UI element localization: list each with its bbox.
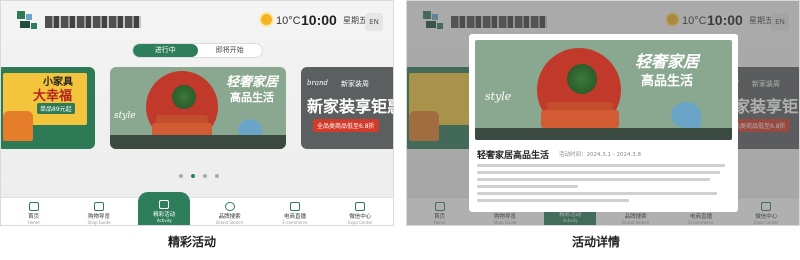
nav-sublabel: Activity: [156, 218, 172, 223]
nav-home[interactable]: 首页 Home: [8, 198, 60, 225]
nav-sublabel: Home: [27, 220, 40, 225]
text-line: [477, 185, 579, 188]
nav-sublabel: Shop Guide: [87, 220, 111, 225]
lounge-chair-image: [671, 102, 701, 128]
nav-brand-search[interactable]: 品牌搜索 Brand Search: [204, 198, 256, 225]
text-line: [477, 164, 725, 167]
caption-activity: 精彩活动: [168, 235, 217, 249]
style-word: style: [114, 111, 136, 121]
top-bar: 10°C 10:00 星期五 EN: [1, 1, 393, 45]
floor: [475, 128, 732, 140]
carousel-dot-active[interactable]: [191, 174, 195, 178]
activity-date: 活动时间：2024.3.1 - 2024.3.8: [559, 152, 641, 158]
logo-text: [45, 16, 141, 28]
text-line: [477, 171, 720, 174]
language-button[interactable]: EN: [365, 13, 383, 31]
activity-tabs: 进行中 即将开始: [132, 43, 263, 58]
text-line: [477, 199, 629, 202]
tab-ongoing[interactable]: 进行中: [133, 44, 198, 57]
card-title-big: 大幸福: [33, 89, 73, 104]
carousel-dot[interactable]: [215, 174, 219, 178]
tab-upcoming[interactable]: 即将开始: [198, 44, 263, 57]
nav-label: 购物导览: [87, 214, 110, 220]
activity-title: 轻奢家居高品生活: [477, 151, 550, 161]
style-word: style: [485, 90, 512, 103]
text-line: [477, 178, 710, 181]
card-badge: 全品类商品低至6.8折: [313, 119, 379, 132]
nav-label: 电商直播: [283, 214, 306, 220]
plant-image: [172, 85, 196, 109]
text-line: [477, 192, 718, 195]
banner-headline: 轻奢家居: [635, 52, 700, 71]
temperature: 10°C: [276, 15, 301, 27]
activity-detail-screen: 10°C 10:00 星期五 EN brand 新家装周 新家装享钜惠 全品类商…: [406, 0, 800, 226]
card-tag: 单品89元起: [37, 103, 75, 114]
gift-icon: [159, 200, 170, 209]
guide-icon: [93, 202, 104, 211]
bottom-nav: 首页 Home 购物导览 Shop Guide 精彩活动 Activity 品牌搜索 B…: [1, 192, 393, 225]
chair-image: [3, 111, 33, 141]
card-headline: 轻奢家居: [226, 75, 279, 90]
weather-widget: 10°C: [261, 14, 301, 27]
activity-card-next[interactable]: brand 新家装周 新家装享钜惠 全品类商品低至6.8折: [301, 67, 394, 149]
carousel-dots: [179, 174, 219, 178]
activity-card-main[interactable]: style 轻奢家居 高品生活: [110, 67, 286, 149]
card-brand: brand: [307, 79, 328, 87]
activity-card-prev[interactable]: 小家具 大幸福 单品89元起: [1, 67, 95, 149]
logo-icon: [17, 11, 39, 33]
nav-sublabel: E-commerce: [282, 220, 308, 225]
activity-description: [477, 164, 730, 206]
card-headline: 新家装享钜惠: [307, 97, 394, 116]
carousel-dot[interactable]: [179, 174, 183, 178]
nav-label: 微信中心: [349, 214, 372, 220]
nav-sublabel: Brand Search: [216, 220, 244, 225]
home-icon: [28, 202, 39, 211]
activity-banner-image: style 轻奢家居 高品生活: [475, 40, 732, 140]
banner-subline: 高品生活: [641, 74, 694, 89]
tv-icon: [289, 202, 300, 211]
search-icon: [224, 202, 235, 211]
sofa-image: [541, 110, 619, 128]
carousel-dot[interactable]: [203, 174, 207, 178]
nav-wechat-center[interactable]: 微信中心 Expo Center: [334, 198, 386, 225]
card-label: 新家装周: [341, 80, 369, 88]
plant-image: [567, 64, 597, 94]
nav-sublabel: Expo Center: [347, 220, 373, 225]
sun-icon: [261, 14, 272, 25]
weekday: 星期五: [343, 16, 367, 25]
floor: [110, 135, 286, 149]
activity-detail-modal: style 轻奢家居 高品生活 轻奢家居高品生活 活动时间：2024.3.1 -…: [469, 34, 738, 212]
nav-ecommerce[interactable]: 电商直播 E-commerce: [269, 198, 321, 225]
card-subline: 高品生活: [230, 91, 274, 104]
nav-label: 精彩活动: [153, 212, 176, 218]
nav-label: 首页: [28, 214, 40, 220]
nav-activity[interactable]: 精彩活动 Activity: [138, 192, 191, 225]
nav-label: 品牌搜索: [218, 214, 241, 220]
clock-time: 10:00: [301, 12, 337, 28]
nav-shop-guide[interactable]: 购物导览 Shop Guide: [73, 198, 125, 225]
wechat-icon: [355, 202, 366, 211]
caption-activity-detail: 活动详情: [572, 235, 621, 249]
activity-screen: 10°C 10:00 星期五 EN 进行中 即将开始 小家具 大幸福 单品89元…: [0, 0, 394, 226]
